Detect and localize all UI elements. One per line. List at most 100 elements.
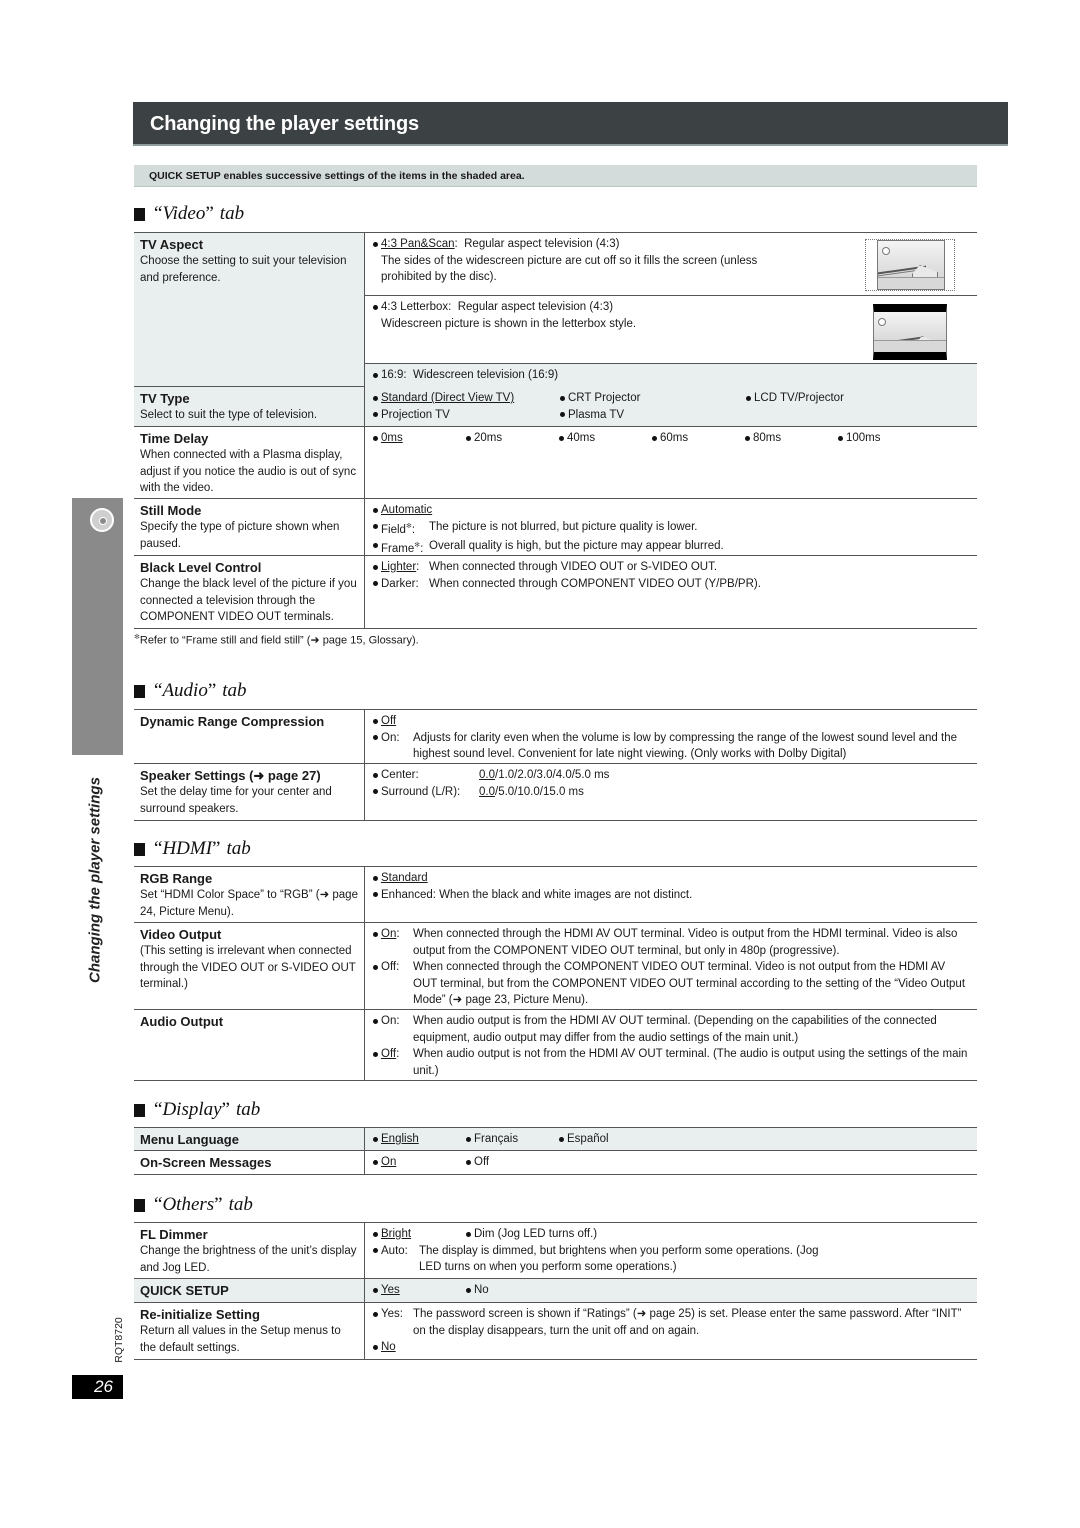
setting-label-cell: Audio Output <box>134 1010 365 1080</box>
section-title-video: “Video” tab <box>134 203 244 225</box>
setting-name: On-Screen Messages <box>140 1155 272 1170</box>
setting-options-cell: 4:3 Pan&Scan: Regular aspect television … <box>365 233 977 387</box>
setting-name: Menu Language <box>140 1132 239 1147</box>
option-60ms[interactable]: 60ms <box>652 430 745 447</box>
option-detail: The sides of the widescreen picture are … <box>381 254 758 284</box>
option-standard[interactable]: Standard (Direct View TV) <box>373 390 560 407</box>
option-on[interactable]: On: When connected through the HDMI AV OU… <box>373 926 969 959</box>
setting-options-cell: On: When connected through the HDMI AV OU… <box>365 923 977 1009</box>
setting-desc: Change the black level of the picture if… <box>140 578 357 623</box>
option-40ms[interactable]: 40ms <box>559 430 652 447</box>
section-title-others: “Others” tab <box>134 1194 253 1216</box>
option-no[interactable]: No <box>466 1282 489 1299</box>
setting-row-time-delay: Time Delay When connected with a Plasma … <box>134 427 977 499</box>
option-lcd-projector[interactable]: LCD TV/Projector <box>746 390 844 407</box>
option-espanol[interactable]: Español <box>559 1131 609 1148</box>
setting-row-video-output: Video Output (This setting is irrelevant… <box>134 923 977 1010</box>
setting-label-cell: FL Dimmer Change the brightness of the u… <box>134 1223 365 1278</box>
option-100ms[interactable]: 100ms <box>838 430 881 447</box>
setting-options-cell: On: When audio output is from the HDMI AV… <box>365 1010 977 1080</box>
option-text: Overall quality is high, but the picture… <box>429 539 724 552</box>
option-label: 4:3 Letterbox: <box>381 301 452 313</box>
option-dim[interactable]: Dim (Jog LED turns off.) <box>466 1226 597 1243</box>
setting-name: Speaker Settings (➜ page 27) <box>140 768 321 783</box>
option-on[interactable]: On: When audio output is from the HDMI AV… <box>373 1013 969 1046</box>
option-bright[interactable]: Bright <box>373 1226 466 1243</box>
option-off[interactable]: Off: When audio output is not from the HD… <box>373 1046 969 1079</box>
option-label: 60ms <box>660 432 689 444</box>
setting-label-cell: Dynamic Range Compression <box>134 710 365 763</box>
option-center-delay[interactable]: Center: 0.0/1.0/2.0/3.0/4.0/5.0 ms <box>373 767 969 784</box>
option-francais[interactable]: Français <box>466 1131 559 1148</box>
page-title: Changing the player settings <box>150 113 419 135</box>
option-letterbox[interactable]: 4:3 Letterbox: Regular aspect television… <box>365 296 977 364</box>
setting-desc: When connected with a Plasma display, ad… <box>140 449 357 494</box>
option-darker[interactable]: Darker: When connected through COMPONENT … <box>373 576 969 593</box>
page-number: 26 <box>72 1375 123 1399</box>
option-16-9[interactable]: 16:9: Widescreen television (16:9) <box>365 364 977 387</box>
option-label: 20ms <box>474 432 503 444</box>
option-crt-projector[interactable]: CRT Projector <box>560 390 746 407</box>
option-label: On: <box>381 1015 400 1027</box>
setting-row-menu-language: Menu Language English Français Español <box>134 1128 977 1151</box>
setting-options-cell: Off On: Adjusts for clarity even when the… <box>365 710 977 763</box>
option-on[interactable]: On <box>373 1154 466 1171</box>
letterbox-illustration <box>873 304 947 360</box>
option-label: Off <box>381 715 397 727</box>
option-on[interactable]: On: Adjusts for clarity even when the vol… <box>373 730 969 763</box>
audio-settings-table: Dynamic Range Compression Off On: Adjusts… <box>134 709 977 821</box>
square-bullet-icon <box>134 842 145 856</box>
option-label: Auto: <box>381 1244 408 1257</box>
setting-name: QUICK SETUP <box>140 1283 229 1298</box>
setting-desc: Set “HDMI Color Space” to “RGB” (➜ page … <box>140 889 358 918</box>
option-off[interactable]: Off <box>373 713 969 730</box>
option-yes[interactable]: Yes: The password screen is shown if “Rat… <box>373 1306 969 1339</box>
setting-row-black-level: Black Level Control Change the black lev… <box>134 556 977 628</box>
setting-name: Still Mode <box>140 503 202 518</box>
option-field[interactable]: Field✻: The picture is not blurred, but p… <box>373 519 969 538</box>
option-off[interactable]: Off: When connected through the COMPONENT… <box>373 959 969 1009</box>
option-frame[interactable]: Frame✻: Overall quality is high, but the … <box>373 538 969 557</box>
setting-options-cell: On Off <box>365 1151 977 1174</box>
option-enhanced[interactable]: Enhanced: When the black and white image… <box>373 887 969 904</box>
option-english[interactable]: English <box>373 1131 466 1148</box>
option-off[interactable]: Off <box>466 1154 489 1171</box>
tab-word: tab <box>235 1099 261 1120</box>
option-projection-tv[interactable]: Projection TV <box>373 407 560 424</box>
setting-options-cell: 0ms 20ms 40ms 60ms 80ms 100ms <box>365 427 977 498</box>
option-text: When audio output is not from the HDMI A… <box>413 1048 968 1077</box>
option-80ms[interactable]: 80ms <box>745 430 838 447</box>
option-pan-scan[interactable]: 4:3 Pan&Scan: Regular aspect television … <box>365 233 977 296</box>
pan-scan-illustration <box>877 240 945 290</box>
option-lighter[interactable]: Lighter: When connected through VIDEO OUT… <box>373 559 969 576</box>
page-header: Changing the player settings <box>133 102 1008 146</box>
option-text: The password screen is shown if “Ratings… <box>413 1308 962 1337</box>
option-plasma-tv[interactable]: Plasma TV <box>560 407 624 424</box>
option-standard[interactable]: Standard <box>373 870 969 887</box>
setting-name: TV Aspect <box>140 237 204 252</box>
option-no[interactable]: No <box>373 1339 969 1356</box>
option-yes[interactable]: Yes <box>373 1282 466 1299</box>
document-code: RQT8720 <box>113 1317 125 1363</box>
option-text: When connected through COMPONENT VIDEO O… <box>429 577 761 590</box>
option-label: Automatic <box>381 504 433 516</box>
bullet-icon <box>373 304 378 310</box>
option-label: On <box>381 1156 397 1168</box>
setting-row-tv-aspect: TV Aspect Choose the setting to suit you… <box>134 233 977 387</box>
option-label: On <box>381 928 397 940</box>
setting-row-tv-type: TV Type Select to suit the type of telev… <box>134 387 977 427</box>
option-text: The picture is not blurred, but picture … <box>429 520 698 533</box>
option-0ms[interactable]: 0ms <box>373 430 466 447</box>
bullet-icon <box>373 372 378 378</box>
option-auto[interactable]: Auto: The display is dimmed, but brighten… <box>373 1243 969 1276</box>
option-20ms[interactable]: 20ms <box>466 430 559 447</box>
setting-row-speaker: Speaker Settings (➜ page 27) Set the del… <box>134 764 977 820</box>
setting-options-cell: Yes No <box>365 1279 977 1302</box>
display-settings-table: Menu Language English Français Español O… <box>134 1127 977 1175</box>
option-automatic[interactable]: Automatic <box>373 502 969 519</box>
option-label: Dim (Jog LED turns off.) <box>474 1228 598 1240</box>
option-label: Français <box>474 1133 519 1145</box>
option-label: Bright <box>381 1228 412 1240</box>
option-surround-delay[interactable]: Surround (L/R): 0.0/5.0/10.0/15.0 ms <box>373 784 969 801</box>
default-value: 0.0 <box>479 785 495 798</box>
